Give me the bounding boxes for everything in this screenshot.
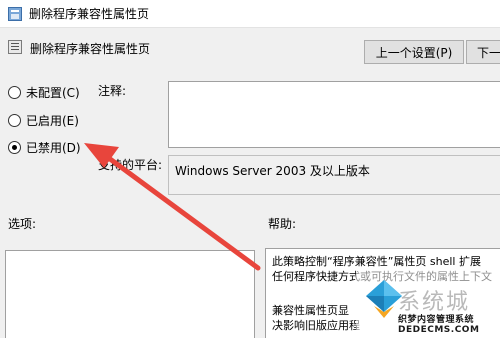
options-panel — [5, 250, 255, 338]
comment-textarea[interactable] — [168, 81, 500, 148]
next-setting-button[interactable]: 下一 — [466, 40, 500, 64]
window-title: 删除程序兼容性属性页 — [29, 7, 150, 21]
previous-setting-button[interactable]: 上一个设置(P) — [364, 40, 464, 64]
radio-not-configured[interactable]: 未配置(C) — [8, 83, 80, 101]
watermark: 系统城 织梦内容管理系统 DEDECMS.COM — [356, 268, 500, 338]
radio-enabled[interactable]: 已启用(E) — [8, 111, 79, 129]
radio-label: 未配置(C) — [26, 85, 80, 100]
options-label: 选项: — [8, 217, 37, 231]
help-text-line: 兼容性属性页显 — [272, 304, 349, 317]
radio-label: 已启用(E) — [26, 113, 79, 128]
supported-platform-field: Windows Server 2003 及以上版本 — [168, 155, 500, 195]
watermark-url-text: 织梦内容管理系统 DEDECMS.COM — [398, 315, 480, 335]
policy-window-icon — [8, 6, 22, 21]
radio-button[interactable] — [8, 85, 21, 99]
radio-button[interactable] — [8, 113, 21, 127]
radio-disabled[interactable]: 已禁用(D) — [8, 138, 81, 156]
setting-title: 删除程序兼容性属性页 — [30, 42, 151, 56]
comment-label: 注释: — [98, 84, 127, 98]
help-label: 帮助: — [268, 217, 297, 231]
radio-button-selected[interactable] — [8, 140, 21, 154]
title-bar: 删除程序兼容性属性页 — [0, 0, 500, 28]
radio-label: 已禁用(D) — [26, 140, 81, 155]
setting-icon — [8, 40, 22, 54]
supported-platform-value: Windows Server 2003 及以上版本 — [175, 164, 370, 178]
help-text-line: 决影响旧版应用程 — [272, 319, 360, 332]
supported-platform-label: 支持的平台: — [98, 158, 163, 172]
help-text-line: 此策略控制“程序兼容性”属性页 shell 扩展 — [272, 255, 481, 268]
